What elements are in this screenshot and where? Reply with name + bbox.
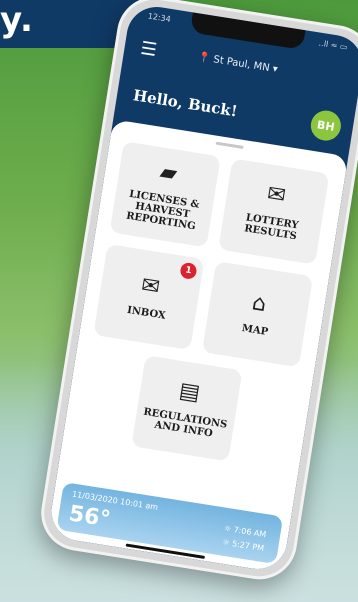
- location-pin-icon: 📍: [197, 51, 212, 65]
- tile-inbox[interactable]: 1 ✉ INBOX: [93, 243, 205, 351]
- location-text: St Paul, MN: [212, 54, 271, 75]
- sunrise-time: 7:06 AM: [232, 525, 267, 540]
- tile-label: LOTTERY RESULTS: [243, 212, 300, 243]
- sunrise-row: ☼ 7:06 AM: [223, 524, 266, 540]
- inbox-icon: ✉: [139, 272, 162, 300]
- tile-label: INBOX: [126, 304, 167, 322]
- licenses-icon: ▰: [158, 158, 179, 187]
- banner-text: y.: [0, 0, 34, 40]
- chevron-down-icon: ▾: [271, 63, 279, 76]
- status-time: 12:34: [147, 11, 172, 24]
- tile-label: LICENSES & HARVEST REPORTING: [125, 188, 201, 232]
- sunset-time: 5:27 PM: [231, 539, 265, 554]
- map-icon: ⌂: [250, 289, 269, 317]
- tile-map[interactable]: ⌂ MAP: [201, 261, 314, 368]
- tile-regulations[interactable]: ▤ REGULATIONS AND INFO: [131, 355, 243, 462]
- lottery-icon: ✉: [265, 181, 288, 209]
- hamburger-menu-icon[interactable]: ☰: [139, 38, 161, 61]
- tile-licenses[interactable]: ▰ LICENSES & HARVEST REPORTING: [109, 141, 221, 248]
- status-icons: ..ll ≈ ▭: [318, 38, 349, 52]
- sheet-grab-handle[interactable]: [215, 141, 244, 149]
- notification-badge: 1: [179, 261, 198, 281]
- sunset-icon: ☼: [221, 537, 231, 548]
- tile-lottery-results[interactable]: ✉ LOTTERY RESULTS: [218, 158, 330, 265]
- greeting: Hello, Buck!: [131, 86, 239, 121]
- weather-temperature: 56°: [67, 501, 113, 533]
- tile-label: MAP: [241, 322, 269, 338]
- sunrise-icon: ☼: [223, 523, 232, 534]
- tile-label: REGULATIONS AND INFO: [142, 406, 228, 440]
- tiles-sheet: ▰ LICENSES & HARVEST REPORTING ✉ LOTTERY…: [47, 119, 349, 574]
- regulations-icon: ▤: [177, 378, 202, 407]
- avatar[interactable]: BH: [308, 108, 344, 143]
- location-selector[interactable]: 📍 St Paul, MN ▾: [197, 52, 278, 75]
- sunset-row: ☼ 5:27 PM: [222, 538, 265, 553]
